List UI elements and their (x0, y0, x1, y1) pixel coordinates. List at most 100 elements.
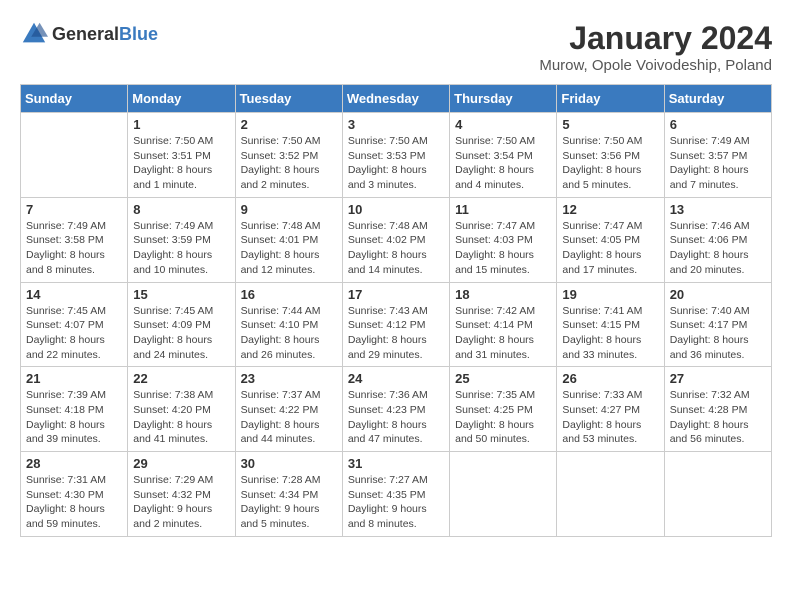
calendar-cell (450, 452, 557, 537)
logo-text-general: General (52, 24, 119, 44)
col-header-sunday: Sunday (21, 85, 128, 113)
day-info: Sunrise: 7:28 AM Sunset: 4:34 PM Dayligh… (241, 473, 337, 532)
week-row-4: 21 Sunrise: 7:39 AM Sunset: 4:18 PM Dayli… (21, 367, 772, 452)
day-info: Sunrise: 7:49 AM Sunset: 3:59 PM Dayligh… (133, 219, 229, 278)
header: GeneralBlue January 2024 Murow, Opole Vo… (20, 20, 772, 74)
day-number: 15 (133, 287, 229, 302)
day-info: Sunrise: 7:43 AM Sunset: 4:12 PM Dayligh… (348, 304, 444, 363)
day-info: Sunrise: 7:49 AM Sunset: 3:57 PM Dayligh… (670, 134, 766, 193)
day-number: 14 (26, 287, 122, 302)
calendar-cell: 8 Sunrise: 7:49 AM Sunset: 3:59 PM Daylig… (128, 197, 235, 282)
calendar-cell: 15 Sunrise: 7:45 AM Sunset: 4:09 PM Dayli… (128, 282, 235, 367)
day-info: Sunrise: 7:32 AM Sunset: 4:28 PM Dayligh… (670, 388, 766, 447)
day-info: Sunrise: 7:49 AM Sunset: 3:58 PM Dayligh… (26, 219, 122, 278)
day-info: Sunrise: 7:40 AM Sunset: 4:17 PM Dayligh… (670, 304, 766, 363)
day-number: 28 (26, 456, 122, 471)
day-number: 23 (241, 371, 337, 386)
calendar-cell: 17 Sunrise: 7:43 AM Sunset: 4:12 PM Dayli… (342, 282, 449, 367)
calendar-cell: 21 Sunrise: 7:39 AM Sunset: 4:18 PM Dayli… (21, 367, 128, 452)
week-row-5: 28 Sunrise: 7:31 AM Sunset: 4:30 PM Dayli… (21, 452, 772, 537)
day-number: 7 (26, 202, 122, 217)
day-number: 20 (670, 287, 766, 302)
day-info: Sunrise: 7:50 AM Sunset: 3:53 PM Dayligh… (348, 134, 444, 193)
calendar-cell: 29 Sunrise: 7:29 AM Sunset: 4:32 PM Dayli… (128, 452, 235, 537)
calendar-title: January 2024 (539, 20, 772, 57)
calendar-cell (664, 452, 771, 537)
calendar-cell: 24Sunrise: 7:36 AM Sunset: 4:23 PM Dayli… (342, 367, 449, 452)
day-info: Sunrise: 7:50 AM Sunset: 3:51 PM Dayligh… (133, 134, 229, 193)
day-info: Sunrise: 7:44 AM Sunset: 4:10 PM Dayligh… (241, 304, 337, 363)
calendar-cell (21, 113, 128, 198)
day-info: Sunrise: 7:50 AM Sunset: 3:56 PM Dayligh… (562, 134, 658, 193)
calendar-cell: 7 Sunrise: 7:49 AM Sunset: 3:58 PM Daylig… (21, 197, 128, 282)
day-number: 13 (670, 202, 766, 217)
day-info: Sunrise: 7:33 AM Sunset: 4:27 PM Dayligh… (562, 388, 658, 447)
day-number: 5 (562, 117, 658, 132)
col-header-saturday: Saturday (664, 85, 771, 113)
calendar-cell: 30Sunrise: 7:28 AM Sunset: 4:34 PM Dayli… (235, 452, 342, 537)
week-row-1: 1 Sunrise: 7:50 AM Sunset: 3:51 PM Daylig… (21, 113, 772, 198)
calendar-cell (557, 452, 664, 537)
calendar-cell: 28 Sunrise: 7:31 AM Sunset: 4:30 PM Dayli… (21, 452, 128, 537)
day-number: 4 (455, 117, 551, 132)
calendar-cell: 22Sunrise: 7:38 AM Sunset: 4:20 PM Dayli… (128, 367, 235, 452)
day-info: Sunrise: 7:37 AM Sunset: 4:22 PM Dayligh… (241, 388, 337, 447)
calendar-cell: 18Sunrise: 7:42 AM Sunset: 4:14 PM Dayli… (450, 282, 557, 367)
day-info: Sunrise: 7:41 AM Sunset: 4:15 PM Dayligh… (562, 304, 658, 363)
calendar-cell: 16 Sunrise: 7:44 AM Sunset: 4:10 PM Dayli… (235, 282, 342, 367)
day-info: Sunrise: 7:29 AM Sunset: 4:32 PM Dayligh… (133, 473, 229, 532)
day-info: Sunrise: 7:39 AM Sunset: 4:18 PM Dayligh… (26, 388, 122, 447)
day-number: 12 (562, 202, 658, 217)
day-number: 8 (133, 202, 229, 217)
logo: GeneralBlue (20, 20, 158, 48)
col-header-friday: Friday (557, 85, 664, 113)
calendar-cell: 10 Sunrise: 7:48 AM Sunset: 4:02 PM Dayli… (342, 197, 449, 282)
day-number: 11 (455, 202, 551, 217)
col-header-tuesday: Tuesday (235, 85, 342, 113)
col-header-thursday: Thursday (450, 85, 557, 113)
title-section: January 2024 Murow, Opole Voivodeship, P… (539, 20, 772, 74)
day-number: 1 (133, 117, 229, 132)
day-number: 10 (348, 202, 444, 217)
calendar-cell: 6 Sunrise: 7:49 AM Sunset: 3:57 PM Daylig… (664, 113, 771, 198)
day-info: Sunrise: 7:27 AM Sunset: 4:35 PM Dayligh… (348, 473, 444, 532)
day-number: 9 (241, 202, 337, 217)
calendar-cell: 5 Sunrise: 7:50 AM Sunset: 3:56 PM Daylig… (557, 113, 664, 198)
day-info: Sunrise: 7:48 AM Sunset: 4:02 PM Dayligh… (348, 219, 444, 278)
day-info: Sunrise: 7:35 AM Sunset: 4:25 PM Dayligh… (455, 388, 551, 447)
day-info: Sunrise: 7:42 AM Sunset: 4:14 PM Dayligh… (455, 304, 551, 363)
day-number: 19 (562, 287, 658, 302)
day-info: Sunrise: 7:46 AM Sunset: 4:06 PM Dayligh… (670, 219, 766, 278)
col-header-monday: Monday (128, 85, 235, 113)
calendar-table: SundayMondayTuesdayWednesdayThursdayFrid… (20, 84, 772, 537)
day-info: Sunrise: 7:50 AM Sunset: 3:52 PM Dayligh… (241, 134, 337, 193)
day-number: 26 (562, 371, 658, 386)
day-number: 17 (348, 287, 444, 302)
calendar-cell: 26 Sunrise: 7:33 AM Sunset: 4:27 PM Dayli… (557, 367, 664, 452)
calendar-cell: 31 Sunrise: 7:27 AM Sunset: 4:35 PM Dayli… (342, 452, 449, 537)
calendar-cell: 1 Sunrise: 7:50 AM Sunset: 3:51 PM Daylig… (128, 113, 235, 198)
day-number: 21 (26, 371, 122, 386)
day-info: Sunrise: 7:45 AM Sunset: 4:09 PM Dayligh… (133, 304, 229, 363)
week-row-2: 7 Sunrise: 7:49 AM Sunset: 3:58 PM Daylig… (21, 197, 772, 282)
day-info: Sunrise: 7:31 AM Sunset: 4:30 PM Dayligh… (26, 473, 122, 532)
logo-icon (20, 20, 48, 48)
calendar-cell: 20 Sunrise: 7:40 AM Sunset: 4:17 PM Dayli… (664, 282, 771, 367)
day-number: 16 (241, 287, 337, 302)
header-row: SundayMondayTuesdayWednesdayThursdayFrid… (21, 85, 772, 113)
calendar-cell: 23 Sunrise: 7:37 AM Sunset: 4:22 PM Dayli… (235, 367, 342, 452)
day-number: 31 (348, 456, 444, 471)
week-row-3: 14 Sunrise: 7:45 AM Sunset: 4:07 PM Dayli… (21, 282, 772, 367)
day-info: Sunrise: 7:50 AM Sunset: 3:54 PM Dayligh… (455, 134, 551, 193)
calendar-cell: 25Sunrise: 7:35 AM Sunset: 4:25 PM Dayli… (450, 367, 557, 452)
calendar-cell: 27 Sunrise: 7:32 AM Sunset: 4:28 PM Dayli… (664, 367, 771, 452)
day-number: 29 (133, 456, 229, 471)
day-info: Sunrise: 7:47 AM Sunset: 4:05 PM Dayligh… (562, 219, 658, 278)
calendar-cell: 19 Sunrise: 7:41 AM Sunset: 4:15 PM Dayli… (557, 282, 664, 367)
day-number: 27 (670, 371, 766, 386)
day-number: 6 (670, 117, 766, 132)
calendar-cell: 3 Sunrise: 7:50 AM Sunset: 3:53 PM Daylig… (342, 113, 449, 198)
day-number: 3 (348, 117, 444, 132)
day-info: Sunrise: 7:45 AM Sunset: 4:07 PM Dayligh… (26, 304, 122, 363)
day-info: Sunrise: 7:38 AM Sunset: 4:20 PM Dayligh… (133, 388, 229, 447)
